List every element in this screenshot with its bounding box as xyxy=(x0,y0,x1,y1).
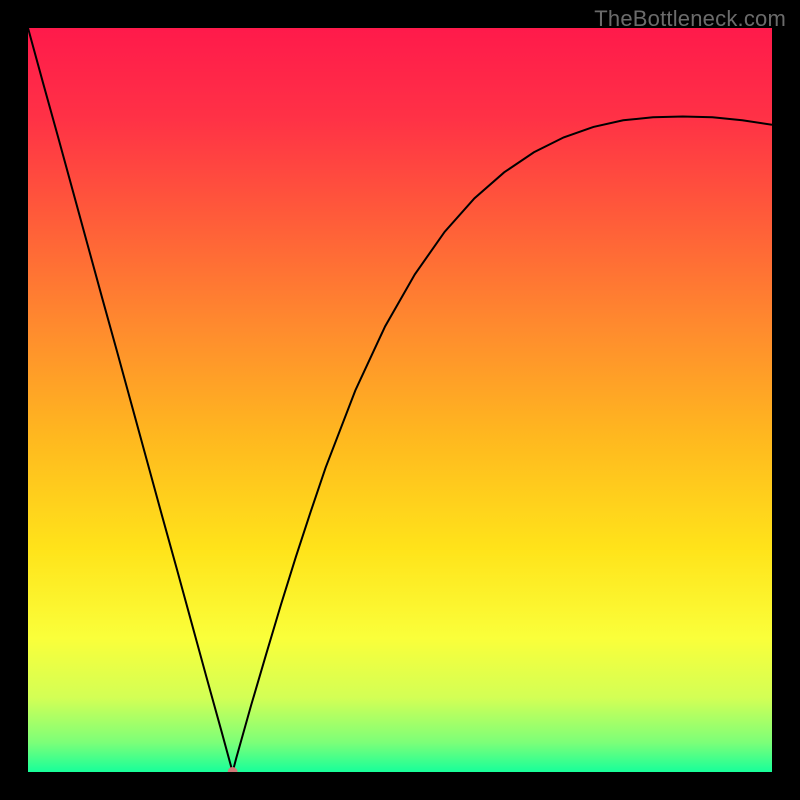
watermark-text: TheBottleneck.com xyxy=(594,6,786,32)
chart-svg xyxy=(28,28,772,772)
gradient-background xyxy=(28,28,772,772)
plot-area xyxy=(28,28,772,772)
chart-frame: TheBottleneck.com xyxy=(0,0,800,800)
